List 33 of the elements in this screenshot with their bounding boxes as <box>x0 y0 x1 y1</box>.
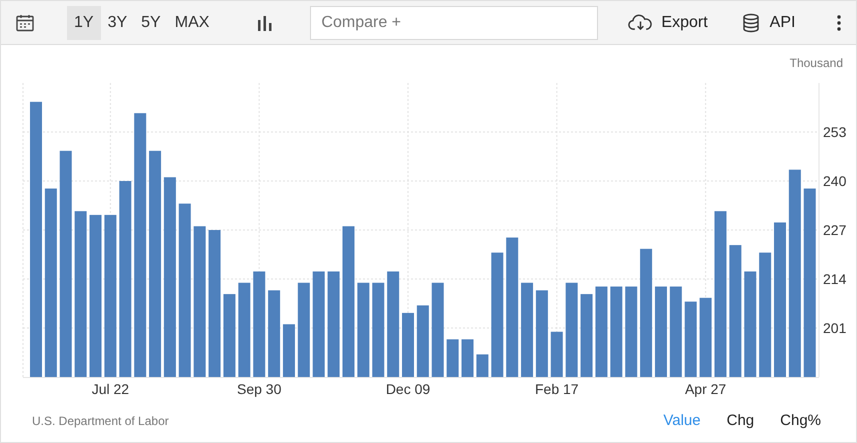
y-axis-label: 253 <box>823 124 846 140</box>
range-tab[interactable]: 1Y <box>67 6 101 40</box>
x-axis-label: Apr 27 <box>684 381 726 397</box>
view-tab[interactable]: Chg% <box>780 410 821 432</box>
source-text: U.S. Department of Labor <box>32 413 169 430</box>
x-axis-label: Dec 09 <box>386 381 430 397</box>
y-axis-label: 201 <box>823 320 846 336</box>
y-axis-label: 214 <box>823 271 846 287</box>
y-axis-label: 227 <box>823 222 846 238</box>
calendar-icon[interactable] <box>15 12 35 32</box>
view-tab[interactable]: Chg <box>726 410 754 432</box>
cloud-download-icon <box>628 14 654 31</box>
database-icon <box>742 12 760 32</box>
x-axis-label: Sep 30 <box>237 381 282 397</box>
x-axis-label: Feb 17 <box>535 381 579 397</box>
bar <box>476 354 488 377</box>
export-button[interactable]: Export <box>628 10 708 34</box>
range-tab[interactable]: 3Y <box>100 6 134 40</box>
api-button[interactable]: API <box>742 10 796 34</box>
range-tab[interactable]: 5Y <box>134 6 168 40</box>
bar <box>550 332 563 377</box>
unit-label: Thousand <box>790 56 843 70</box>
bar <box>446 339 459 377</box>
y-axis-label: 240 <box>823 173 846 189</box>
bar <box>282 324 295 377</box>
more-icon[interactable] <box>836 14 842 30</box>
bar <box>462 339 474 377</box>
bar <box>416 305 429 377</box>
range-tab[interactable]: MAX <box>168 6 216 40</box>
bar-chart-icon[interactable] <box>256 14 274 32</box>
compare-field[interactable]: Compare + <box>310 6 598 40</box>
bar <box>402 312 414 377</box>
x-axis-label: Jul 22 <box>92 381 130 397</box>
